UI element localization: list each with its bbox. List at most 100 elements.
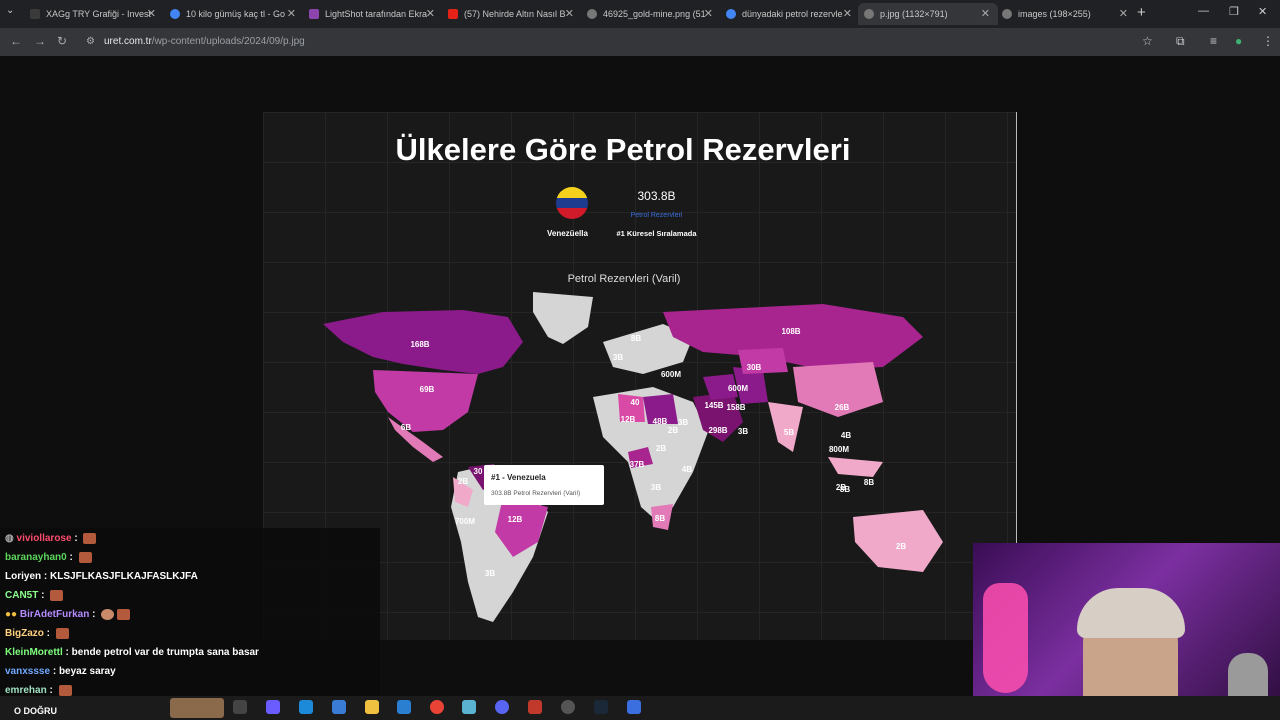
address-toolbar: ← → ↻ ⚙ uret.com.tr/wp-content/uploads/2… xyxy=(0,28,1280,56)
chat-user: BigZazo xyxy=(5,628,44,640)
url-path: /wp-content/uploads/2024/09/p.jpg xyxy=(151,36,305,47)
weather-widget[interactable] xyxy=(170,698,224,718)
map-region-australia xyxy=(853,510,943,572)
tooltip-title: #1 - Venezuela xyxy=(491,473,546,482)
chat-message: emrehan : xyxy=(5,685,72,696)
url-field[interactable]: uret.com.tr/wp-content/uploads/2024/09/p… xyxy=(104,36,305,47)
close-tab-icon[interactable]: ✕ xyxy=(1119,7,1128,20)
guitar-decoration xyxy=(983,583,1028,693)
map-value-label: 2B xyxy=(896,542,906,551)
tab-search-icon[interactable]: ⌄ xyxy=(6,5,14,16)
site-info-icon[interactable]: ⚙ xyxy=(86,36,95,47)
tab-1[interactable]: XAGg TRY Grafiği - Invest ✕ xyxy=(30,3,156,25)
tab-4[interactable]: (57) Nehirde Altın Nasıl B ✕ xyxy=(448,3,574,25)
chat-user: baranayhan0 xyxy=(5,552,67,564)
map-value-label: 12B xyxy=(508,515,523,524)
tooltip-subtitle: 303.8B Petrol Rezervleri (Varil) xyxy=(491,490,581,497)
app-icon[interactable] xyxy=(462,700,476,714)
infographic-title: Ülkelere Göre Petrol Rezervleri xyxy=(395,132,851,167)
chat-text: beyaz saray xyxy=(58,666,116,677)
app-icon[interactable] xyxy=(397,700,411,714)
tab-3[interactable]: LightShot tarafından Ekra ✕ xyxy=(309,3,435,25)
reload-icon[interactable]: ↻ xyxy=(57,34,67,48)
copilot-icon[interactable] xyxy=(266,700,280,714)
youtube-icon xyxy=(448,9,458,19)
google-icon xyxy=(726,9,736,19)
app-icon[interactable] xyxy=(528,700,542,714)
chat-message: BigZazo : xyxy=(5,628,69,639)
edge-icon[interactable] xyxy=(299,700,313,714)
webcam-overlay xyxy=(973,543,1280,720)
close-tab-icon[interactable]: ✕ xyxy=(704,7,713,20)
steam-icon[interactable] xyxy=(594,700,608,714)
close-tab-icon[interactable]: ✕ xyxy=(565,7,574,20)
tab-favicon-icon xyxy=(30,9,40,19)
chat-user: KleinMorettl xyxy=(5,647,63,658)
restore-icon[interactable]: ❐ xyxy=(1229,5,1239,18)
new-tab-button[interactable]: + xyxy=(1137,4,1146,21)
obs-icon[interactable] xyxy=(561,700,575,714)
close-tab-icon[interactable]: ✕ xyxy=(147,7,156,20)
close-tab-icon[interactable]: ✕ xyxy=(287,7,296,20)
tab-5[interactable]: 46925_gold-mine.png (51 ✕ xyxy=(587,3,713,25)
tab-label: XAGg TRY Grafiği - Invest xyxy=(46,9,152,19)
map-value-label: 12B xyxy=(621,415,636,424)
extensions-icon[interactable]: ⧉ xyxy=(1176,34,1185,49)
tab-label: images (198×255) xyxy=(1018,9,1091,19)
map-region-russia xyxy=(663,304,923,370)
rank-text: #1 Küresel Sıralamada xyxy=(616,229,697,238)
store-icon[interactable] xyxy=(332,700,346,714)
tab-label: p.jpg (1132×791) xyxy=(880,9,948,19)
map-value-label: 800M xyxy=(829,445,849,454)
globe-icon xyxy=(587,9,597,19)
tab-7-active[interactable]: p.jpg (1132×791) ✕ xyxy=(858,3,998,25)
file-explorer-icon[interactable] xyxy=(365,700,379,714)
reading-list-icon[interactable]: ≡ xyxy=(1210,34,1217,48)
close-tab-icon[interactable]: ✕ xyxy=(426,7,435,20)
chrome-icon[interactable] xyxy=(430,700,444,714)
menu-icon[interactable]: ⋮ xyxy=(1262,34,1274,48)
chat-user: viviollarose xyxy=(16,533,72,545)
map-value-label: 298B xyxy=(708,426,727,435)
bookmark-star-icon[interactable]: ☆ xyxy=(1142,34,1153,48)
tab-label: 10 kilo gümüş kaç tl - Go xyxy=(186,9,286,19)
globe-icon xyxy=(864,9,874,19)
calculator-icon[interactable] xyxy=(627,700,641,714)
tab-label: LightShot tarafından Ekra xyxy=(325,9,428,19)
badge-icon: ●● xyxy=(5,609,18,621)
flag-stripe xyxy=(556,197,588,209)
close-tab-icon[interactable]: ✕ xyxy=(843,7,852,20)
profile-icon[interactable]: ● xyxy=(1235,34,1242,48)
map-value-label: 3B xyxy=(738,427,748,436)
close-window-icon[interactable]: ✕ xyxy=(1258,5,1267,18)
map-value-label: 3B xyxy=(613,353,623,362)
map-value-label: 6B xyxy=(401,423,411,432)
map-value-label: 2B xyxy=(656,444,666,453)
url-host: uret.com.tr xyxy=(104,36,152,47)
taskbar-overlay-label: O DOĞRU xyxy=(14,706,58,716)
map-value-label: 3B xyxy=(651,483,661,492)
tab-6[interactable]: dünyadaki petrol rezervle ✕ xyxy=(726,3,852,25)
google-icon xyxy=(170,9,180,19)
map-value-label: 600M xyxy=(728,384,748,393)
minimize-icon[interactable]: — xyxy=(1198,5,1209,17)
discord-icon[interactable] xyxy=(495,700,509,714)
chat-message: KleinMorettl : bende petrol var de trump… xyxy=(5,647,259,658)
task-view-icon[interactable] xyxy=(233,700,247,714)
map-region-greenland xyxy=(533,292,593,344)
country-name: Venezüella xyxy=(547,229,588,238)
close-tab-icon[interactable]: ✕ xyxy=(981,7,990,20)
map-value-label: 30 xyxy=(474,467,483,476)
tab-8[interactable]: images (198×255) ✕ xyxy=(1002,3,1128,25)
tab-label: 46925_gold-mine.png (51 xyxy=(603,9,706,19)
map-title: Petrol Rezervleri (Varil) xyxy=(567,273,681,285)
tab-strip: ⌄ XAGg TRY Grafiği - Invest ✕ 10 kilo güm… xyxy=(0,0,1280,28)
back-icon[interactable]: ← xyxy=(10,34,22,48)
emote-icon xyxy=(117,609,131,620)
chat-message: Loriyen : KLSJFLKASJFLKAJFASLKJFA xyxy=(5,571,198,582)
chat-message: CAN5T : xyxy=(5,590,64,601)
forward-icon[interactable]: → xyxy=(34,34,46,48)
map-value-label: 8B xyxy=(864,478,874,487)
emote-icon xyxy=(78,552,92,563)
tab-2[interactable]: 10 kilo gümüş kaç tl - Go ✕ xyxy=(170,3,296,25)
